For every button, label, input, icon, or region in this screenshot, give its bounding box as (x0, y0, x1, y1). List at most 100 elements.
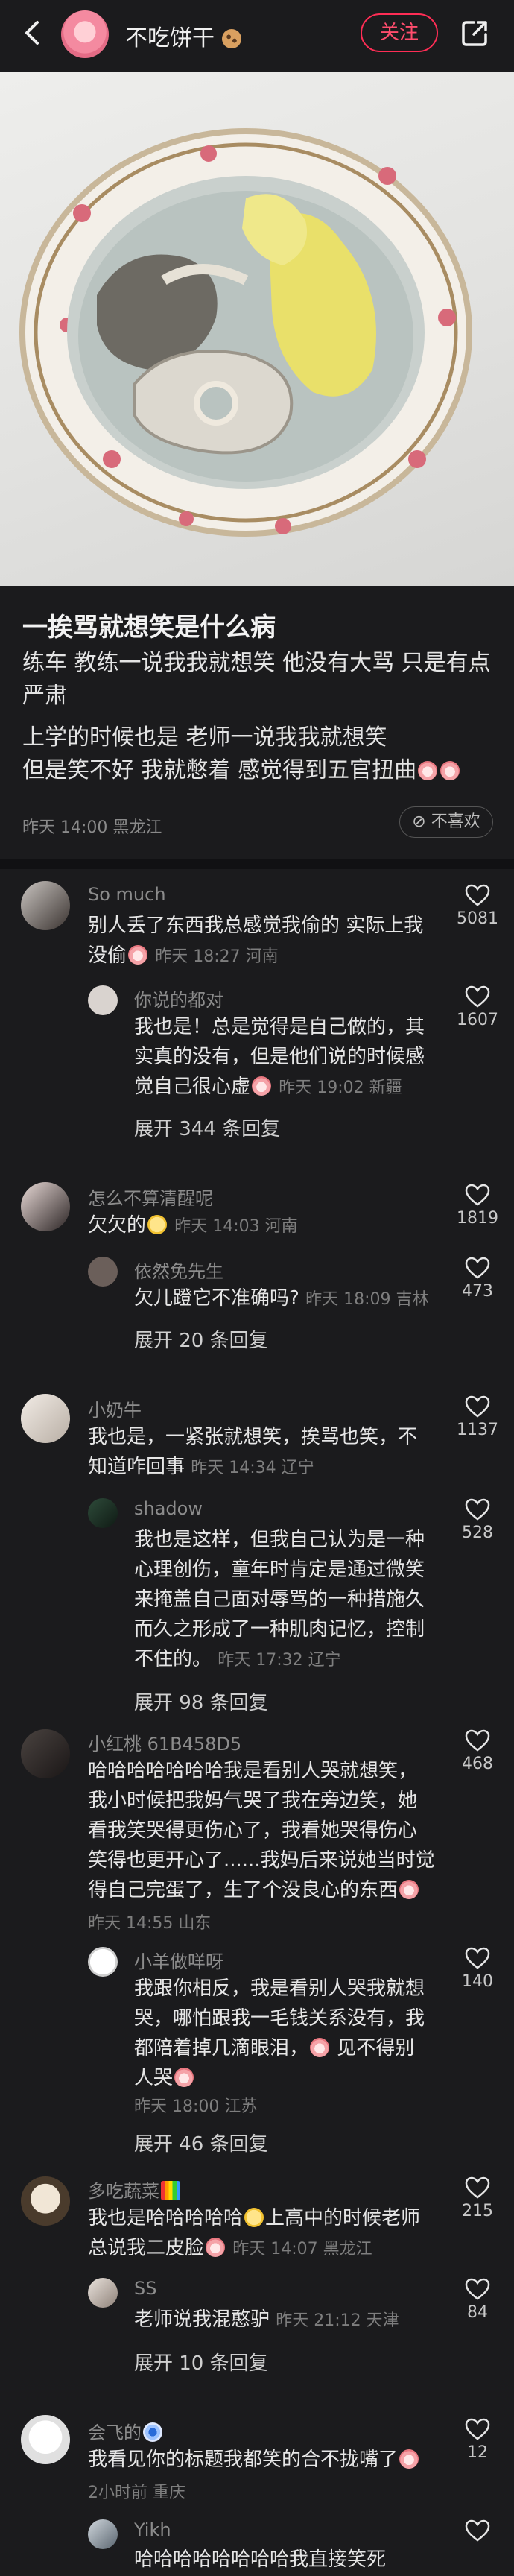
reply-meta: 昨天 18:00 江苏 (134, 2097, 258, 2116)
comment-username[interactable]: 怎么不算清醒呢 (88, 1184, 213, 1210)
avatar[interactable] (21, 2415, 70, 2464)
comment-username[interactable]: 会飞的 (88, 2418, 164, 2444)
dislike-icon: ⊘ (412, 812, 426, 831)
like-count: 5081 (457, 909, 498, 928)
reply-text: 实真的没有，但是他们说的时候感 (134, 1046, 425, 1068)
author-name[interactable]: 不吃饼干 (125, 19, 241, 52)
avatar[interactable] (21, 2176, 70, 2226)
like-button[interactable]: 5081 (451, 884, 504, 928)
reply-text: 心理创伤，童年时肯定是通过微笑 (134, 1559, 425, 1581)
comment-meta: 昨天 14:55 山东 (88, 1914, 212, 1933)
avatar[interactable] (21, 881, 70, 930)
reply-text: 来掩盖自己面对辱骂的一种措施久 (134, 1588, 425, 1611)
expand-replies-button[interactable]: 展开 10 条回复 (134, 2348, 268, 2375)
cookie-emoji-icon (221, 29, 241, 48)
laughing-emoji-icon (399, 2449, 419, 2469)
comment-text: 总说我二皮脸 昨天 14:07 黑龙江 (88, 2237, 372, 2259)
like-button[interactable]: 1819 (451, 1184, 504, 1228)
like-count: 215 (462, 2202, 493, 2220)
like-count: 528 (462, 1524, 493, 1542)
comment-text: 知道咋回事 昨天 14:34 辽宁 (88, 1456, 314, 1478)
reply-username[interactable]: SS (134, 2278, 156, 2299)
heart-icon (465, 2278, 490, 2300)
like-button[interactable] (451, 2519, 504, 2542)
comment-username[interactable]: So much (88, 884, 166, 905)
avatar[interactable] (21, 1394, 70, 1443)
like-button[interactable]: 468 (451, 1729, 504, 1773)
post-body-line-4: 但是笑不好 我就憋着 感觉得到五官扭曲 (22, 754, 492, 787)
expand-replies-button[interactable]: 展开 98 条回复 (134, 1688, 268, 1715)
dislike-button[interactable]: ⊘ 不喜欢 (399, 806, 493, 838)
expand-replies-button[interactable]: 展开 344 条回复 (134, 1114, 280, 1141)
comment-text: 笑得也更开心了......我妈后来说她当时觉 (88, 1849, 435, 1872)
heart-icon (465, 1498, 490, 1521)
reply-text: 都陪着掉几滴眼泪， 见不得别 (134, 2037, 415, 2059)
smirk-emoji-icon (244, 2208, 264, 2227)
heart-icon (465, 1947, 490, 1969)
like-count: 468 (462, 1755, 493, 1773)
comment-text: 哈哈哈哈哈哈哈我是看别人哭就想笑， (88, 1760, 418, 1782)
laughing-emoji-icon (399, 1880, 419, 1899)
eye-icon (143, 2422, 162, 2442)
avatar[interactable] (21, 1182, 70, 1231)
avatar[interactable] (21, 1729, 70, 1778)
like-button[interactable]: 12 (451, 2418, 504, 2462)
like-button[interactable]: 1137 (451, 1395, 504, 1439)
avatar[interactable] (88, 2519, 118, 2549)
author-avatar[interactable] (61, 10, 109, 58)
like-button[interactable]: 528 (451, 1498, 504, 1542)
reply-text: 而久之形成了一种肌肉记忆，控制 (134, 1618, 425, 1641)
top-bar: 不吃饼干 关注 (0, 0, 514, 72)
avatar[interactable] (88, 1257, 118, 1287)
heart-icon (465, 884, 490, 906)
post-image[interactable] (0, 72, 514, 586)
reply-text: 哈哈哈哈哈哈哈哈我直接笑死 (134, 2548, 387, 2571)
reply-username[interactable]: Yikh (134, 2519, 171, 2540)
reply-text: 哭，哪怕跟我一毛钱关系没有，我 (134, 2007, 425, 2030)
avatar[interactable] (88, 1947, 118, 1977)
reply-username[interactable]: 小羊做咩呀 (134, 1947, 223, 1973)
comment-username[interactable]: 多吃蔬菜 (88, 2176, 182, 2203)
heart-icon (465, 2418, 490, 2440)
comment-text: 得自己完蛋了，生了个没良心的东西 (88, 1875, 420, 1905)
laughing-emoji-icon (310, 2038, 330, 2057)
follow-button[interactable]: 关注 (361, 13, 438, 52)
heart-icon (465, 1729, 490, 1752)
laughing-emoji-icon (206, 2238, 226, 2257)
reply-text: 我跟你相反，我是看别人哭我就想 (134, 1977, 425, 2000)
like-button[interactable]: 140 (451, 1947, 504, 1991)
expand-replies-button[interactable]: 展开 46 条回复 (134, 2129, 268, 2156)
like-count: 1137 (457, 1421, 498, 1439)
avatar[interactable] (88, 1498, 118, 1528)
section-divider (0, 859, 514, 869)
laughing-emoji-icon (440, 761, 460, 780)
reply-text: 欠儿蹬它不准确吗? 昨天 18:09 吉林 (134, 1287, 429, 1310)
like-count: 1819 (457, 1209, 498, 1228)
avatar[interactable] (88, 2278, 118, 2308)
reply-username[interactable]: 依然免先生 (134, 1257, 223, 1283)
comment-meta: 2小时前 重庆 (88, 2484, 185, 2502)
reply-username[interactable]: 你说的都对 (134, 985, 223, 1011)
expand-replies-button[interactable]: 展开 20 条回复 (134, 1325, 268, 1353)
heart-icon (465, 2176, 490, 2199)
comment-text: 没偷 昨天 18:27 河南 (88, 944, 279, 967)
like-button[interactable]: 215 (451, 2176, 504, 2220)
like-button[interactable]: 84 (451, 2278, 504, 2322)
like-button[interactable]: 1607 (451, 985, 504, 1029)
share-icon[interactable] (459, 16, 492, 49)
laughing-emoji-icon (174, 2068, 194, 2087)
post-body-line-3: 上学的时候也是 老师一说我我就想笑 (22, 724, 387, 751)
reply-text: 觉自己很心虚 昨天 19:02 新疆 (134, 1076, 402, 1098)
comment-username[interactable]: 小奶牛 (88, 1395, 142, 1421)
comment-text: 我看见你的标题我都笑的合不拢嘴了 (88, 2445, 420, 2475)
back-arrow-icon[interactable] (16, 16, 49, 49)
comment-username[interactable]: 小红桃 61B458D5 (88, 1729, 241, 1755)
comment-text: 欠欠的 昨天 14:03 河南 (88, 1214, 298, 1237)
heart-icon (465, 1184, 490, 1206)
reply-username[interactable]: shadow (134, 1498, 203, 1519)
laughing-emoji-icon (418, 761, 438, 780)
like-button[interactable]: 473 (451, 1257, 504, 1301)
like-count: 12 (467, 2443, 488, 2462)
avatar[interactable] (88, 985, 118, 1015)
heart-icon (465, 2519, 490, 2542)
